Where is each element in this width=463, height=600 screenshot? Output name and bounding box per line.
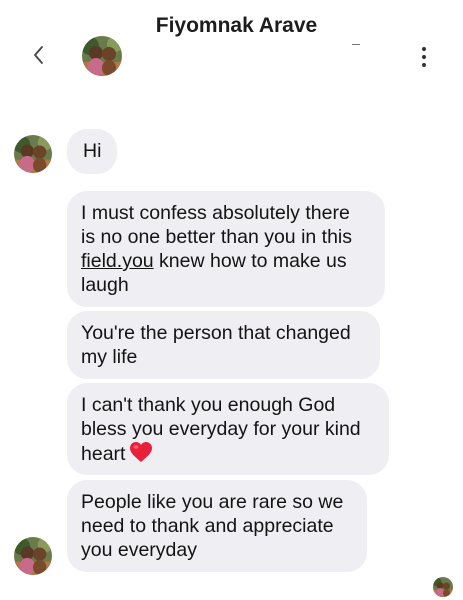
- message-bubble[interactable]: I can't thank you enough God bless you e…: [67, 383, 389, 475]
- message-text: I can't thank you enough God bless you e…: [81, 394, 361, 465]
- inline-link[interactable]: field.you: [81, 250, 154, 272]
- message-bubble[interactable]: Hi: [67, 129, 118, 174]
- message-line: laugh: [81, 274, 129, 296]
- back-button[interactable]: [27, 40, 51, 70]
- chat-header: Fiyomnak Arave: [0, 0, 463, 90]
- chevron-left-icon: [34, 46, 43, 64]
- message-text: You're the person that changed my life: [81, 322, 351, 368]
- message-text: People like you are rare so we need to t…: [81, 491, 344, 561]
- more-vertical-icon: [414, 42, 434, 67]
- message-bubble[interactable]: You're the person that changed my life: [67, 311, 380, 379]
- message-text: Hi: [83, 140, 102, 162]
- message-text: I must confess absolutely there is no on…: [81, 201, 371, 297]
- message-line: is no one better than you in this: [81, 226, 353, 248]
- red-heart-icon: [129, 441, 153, 469]
- contact-avatar[interactable]: [82, 36, 122, 76]
- read-receipt-avatar: [433, 577, 453, 597]
- message-line: field.you knew how to make us: [81, 249, 371, 273]
- sender-avatar[interactable]: [14, 135, 52, 173]
- status-dash: [352, 44, 360, 45]
- message-line: I must confess absolutely there: [81, 202, 350, 224]
- more-options-button[interactable]: [414, 42, 434, 70]
- contact-name[interactable]: Fiyomnak Arave: [0, 14, 463, 38]
- sender-avatar[interactable]: [14, 537, 52, 575]
- message-line-rest: knew how to make us: [153, 250, 347, 272]
- message-bubble[interactable]: People like you are rare so we need to t…: [67, 480, 367, 572]
- message-bubble[interactable]: I must confess absolutely there is no on…: [67, 191, 385, 307]
